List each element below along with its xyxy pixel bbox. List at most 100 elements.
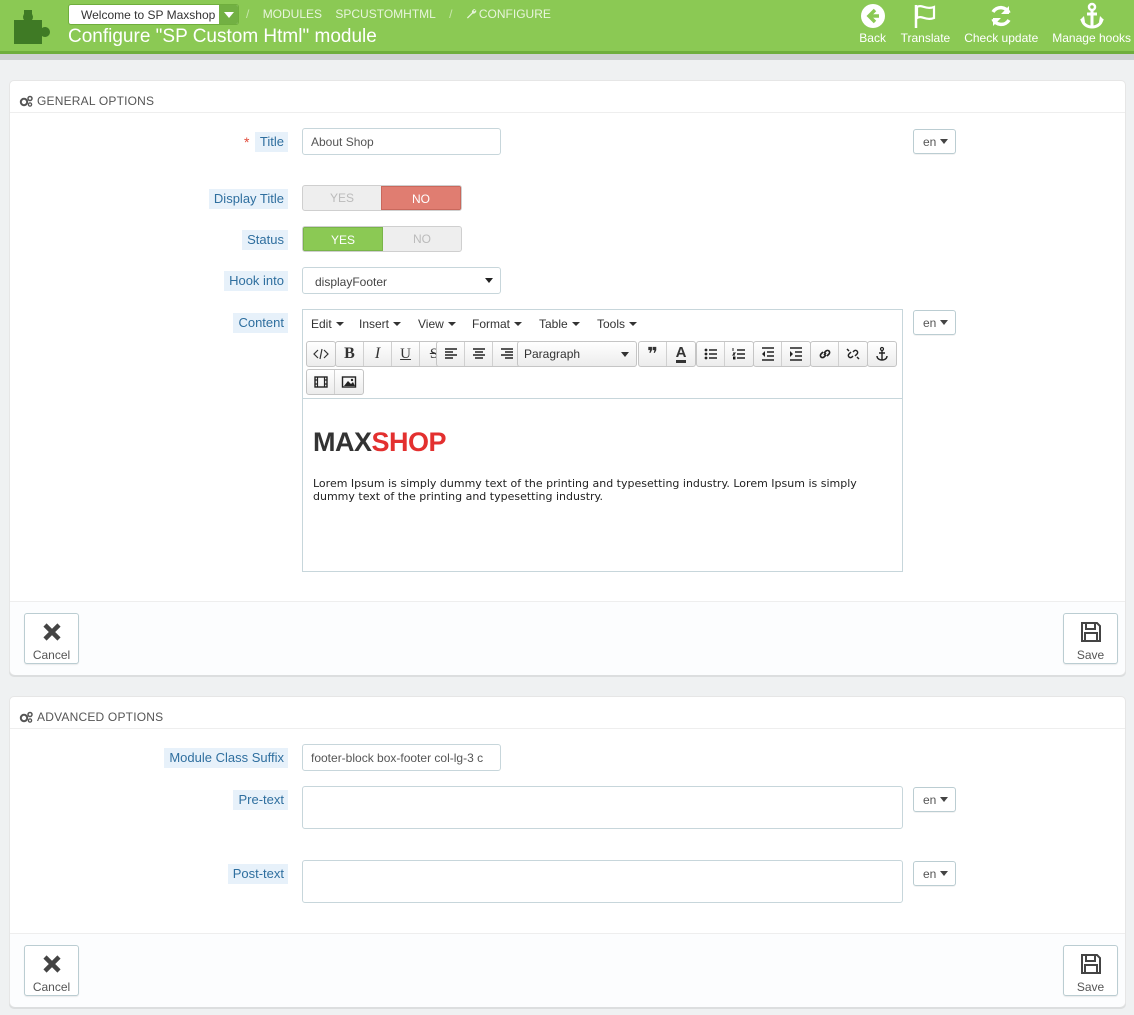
cogs-icon: [19, 95, 33, 107]
general-options-title: GENERAL OPTIONS: [37, 93, 155, 108]
outdent-button[interactable]: [754, 342, 782, 366]
pre-text-label: Pre-text: [233, 790, 288, 810]
advanced-options-panel: ADVANCED OPTIONS Module Class Suffix foo…: [9, 696, 1126, 1007]
logo-text-max: MAX: [313, 427, 372, 457]
indent-icon: [790, 347, 802, 361]
post-text-language-label: en: [923, 867, 937, 881]
title-language-label: en: [923, 135, 937, 149]
puzzle-icon: [14, 10, 50, 44]
pre-text-textarea[interactable]: [302, 786, 903, 829]
status-yes[interactable]: YES: [303, 227, 383, 251]
manage-hooks-button[interactable]: Manage hooks: [1049, 2, 1134, 48]
caret-down-icon: [621, 352, 629, 357]
menu-view[interactable]: View: [418, 317, 456, 331]
save-button-label: Save: [1076, 648, 1105, 662]
menu-format[interactable]: Format: [472, 317, 523, 331]
toolbar-group-anchor: [867, 341, 897, 367]
pre-text-language-label: en: [923, 793, 937, 807]
breadcrumb-spcustomhtml[interactable]: SPCUSTOMHTML: [335, 7, 435, 21]
italic-icon: I: [374, 345, 381, 362]
caret-down-icon: [485, 278, 493, 283]
display-title-no[interactable]: NO: [381, 186, 461, 210]
translate-button-label: Translate: [900, 31, 951, 45]
bold-icon: B: [344, 345, 355, 362]
format-select[interactable]: Paragraph: [517, 341, 637, 367]
menu-insert[interactable]: Insert: [359, 317, 402, 331]
align-center-button[interactable]: [465, 342, 493, 366]
blockquote-button[interactable]: ❞: [639, 342, 667, 366]
source-code-button[interactable]: [307, 342, 335, 366]
breadcrumb: / MODULES SPCUSTOMHTML / CONFIGURE: [246, 7, 561, 21]
menu-table[interactable]: Table: [539, 317, 580, 331]
align-left-icon: [444, 348, 457, 359]
title-input[interactable]: About Shop: [302, 128, 501, 155]
post-text-language-button[interactable]: en: [913, 861, 956, 886]
anchor-icon: [876, 346, 888, 361]
translate-button[interactable]: Translate: [898, 2, 954, 48]
breadcrumb-separator: /: [449, 7, 453, 21]
align-center-icon: [472, 348, 485, 359]
general-options-heading: GENERAL OPTIONS: [10, 81, 1125, 113]
cancel-button[interactable]: Cancel: [24, 945, 79, 996]
display-title-switch[interactable]: YES NO: [302, 185, 462, 211]
save-button[interactable]: Save: [1063, 945, 1118, 996]
caret-down-icon: [940, 797, 948, 802]
editor-menubar: Edit Insert View Format Table Tools: [303, 310, 902, 339]
insert-video-button[interactable]: [307, 370, 335, 394]
bold-button[interactable]: B: [336, 342, 364, 366]
shop-selector[interactable]: Welcome to SP Maxshop: [68, 4, 239, 25]
numbered-list-button[interactable]: [725, 342, 753, 366]
content-language-button[interactable]: en: [913, 310, 956, 335]
module-class-suffix-input[interactable]: footer-block box-footer col-lg-3 c: [302, 744, 501, 771]
underline-button[interactable]: U: [392, 342, 420, 366]
unlink-button[interactable]: [839, 342, 867, 366]
toolbar-group-list: [696, 341, 754, 367]
check-update-button-label: Check update: [964, 31, 1039, 45]
back-circle-icon: [860, 4, 885, 28]
insert-anchor-button[interactable]: [868, 342, 896, 366]
content-label: Content: [233, 313, 288, 333]
page-title: Configure "SP Custom Html" module: [68, 26, 377, 47]
post-text-textarea[interactable]: [302, 860, 903, 903]
status-label: Status: [242, 230, 288, 250]
italic-button[interactable]: I: [364, 342, 392, 366]
code-icon: [313, 348, 329, 360]
indent-button[interactable]: [782, 342, 810, 366]
align-left-button[interactable]: [437, 342, 465, 366]
close-icon: [42, 623, 61, 641]
unlink-icon: [846, 348, 860, 360]
toolbar-group-link: [810, 341, 868, 367]
check-update-button[interactable]: Check update: [961, 2, 1041, 48]
menu-tools[interactable]: Tools: [597, 317, 638, 331]
rich-text-editor: Edit Insert View Format Table Tools B I …: [302, 309, 903, 572]
bullet-list-button[interactable]: [697, 342, 725, 366]
editor-content-area[interactable]: MAXSHOP Lorem Ipsum is simply dummy text…: [303, 398, 902, 572]
toolbar-group-quote: ❞ A: [638, 341, 696, 367]
pre-text-language-button[interactable]: en: [913, 787, 956, 812]
cancel-button[interactable]: Cancel: [24, 613, 79, 664]
menu-edit[interactable]: Edit: [311, 317, 344, 331]
toolbar: Back Translate Check update Manage hooks: [848, 2, 1134, 48]
insert-link-button[interactable]: [811, 342, 839, 366]
save-button[interactable]: Save: [1063, 613, 1118, 664]
page-header: Welcome to SP Maxshop / MODULES SPCUSTOM…: [0, 0, 1134, 51]
required-asterisk: *: [244, 134, 250, 150]
editor-paragraph: Lorem Ipsum is simply dummy text of the …: [313, 477, 857, 503]
breadcrumb-modules[interactable]: MODULES: [263, 7, 322, 21]
text-color-button[interactable]: A: [667, 342, 695, 366]
title-language-button[interactable]: en: [913, 129, 956, 154]
display-title-yes[interactable]: YES: [303, 186, 381, 210]
back-button[interactable]: Back: [856, 2, 890, 48]
status-no[interactable]: NO: [383, 227, 461, 251]
advanced-options-heading: ADVANCED OPTIONS: [10, 697, 1125, 729]
numbered-list-icon: [731, 348, 745, 360]
status-switch[interactable]: YES NO: [302, 226, 462, 252]
insert-image-button[interactable]: [335, 370, 363, 394]
text-color-icon: A: [675, 343, 687, 363]
hook-into-select[interactable]: displayFooter: [302, 267, 501, 294]
caret-down-icon: [940, 320, 948, 325]
refresh-icon: [991, 5, 1011, 27]
outdent-icon: [761, 347, 774, 361]
cancel-button-label: Cancel: [32, 648, 71, 662]
module-class-suffix-label: Module Class Suffix: [164, 748, 288, 768]
